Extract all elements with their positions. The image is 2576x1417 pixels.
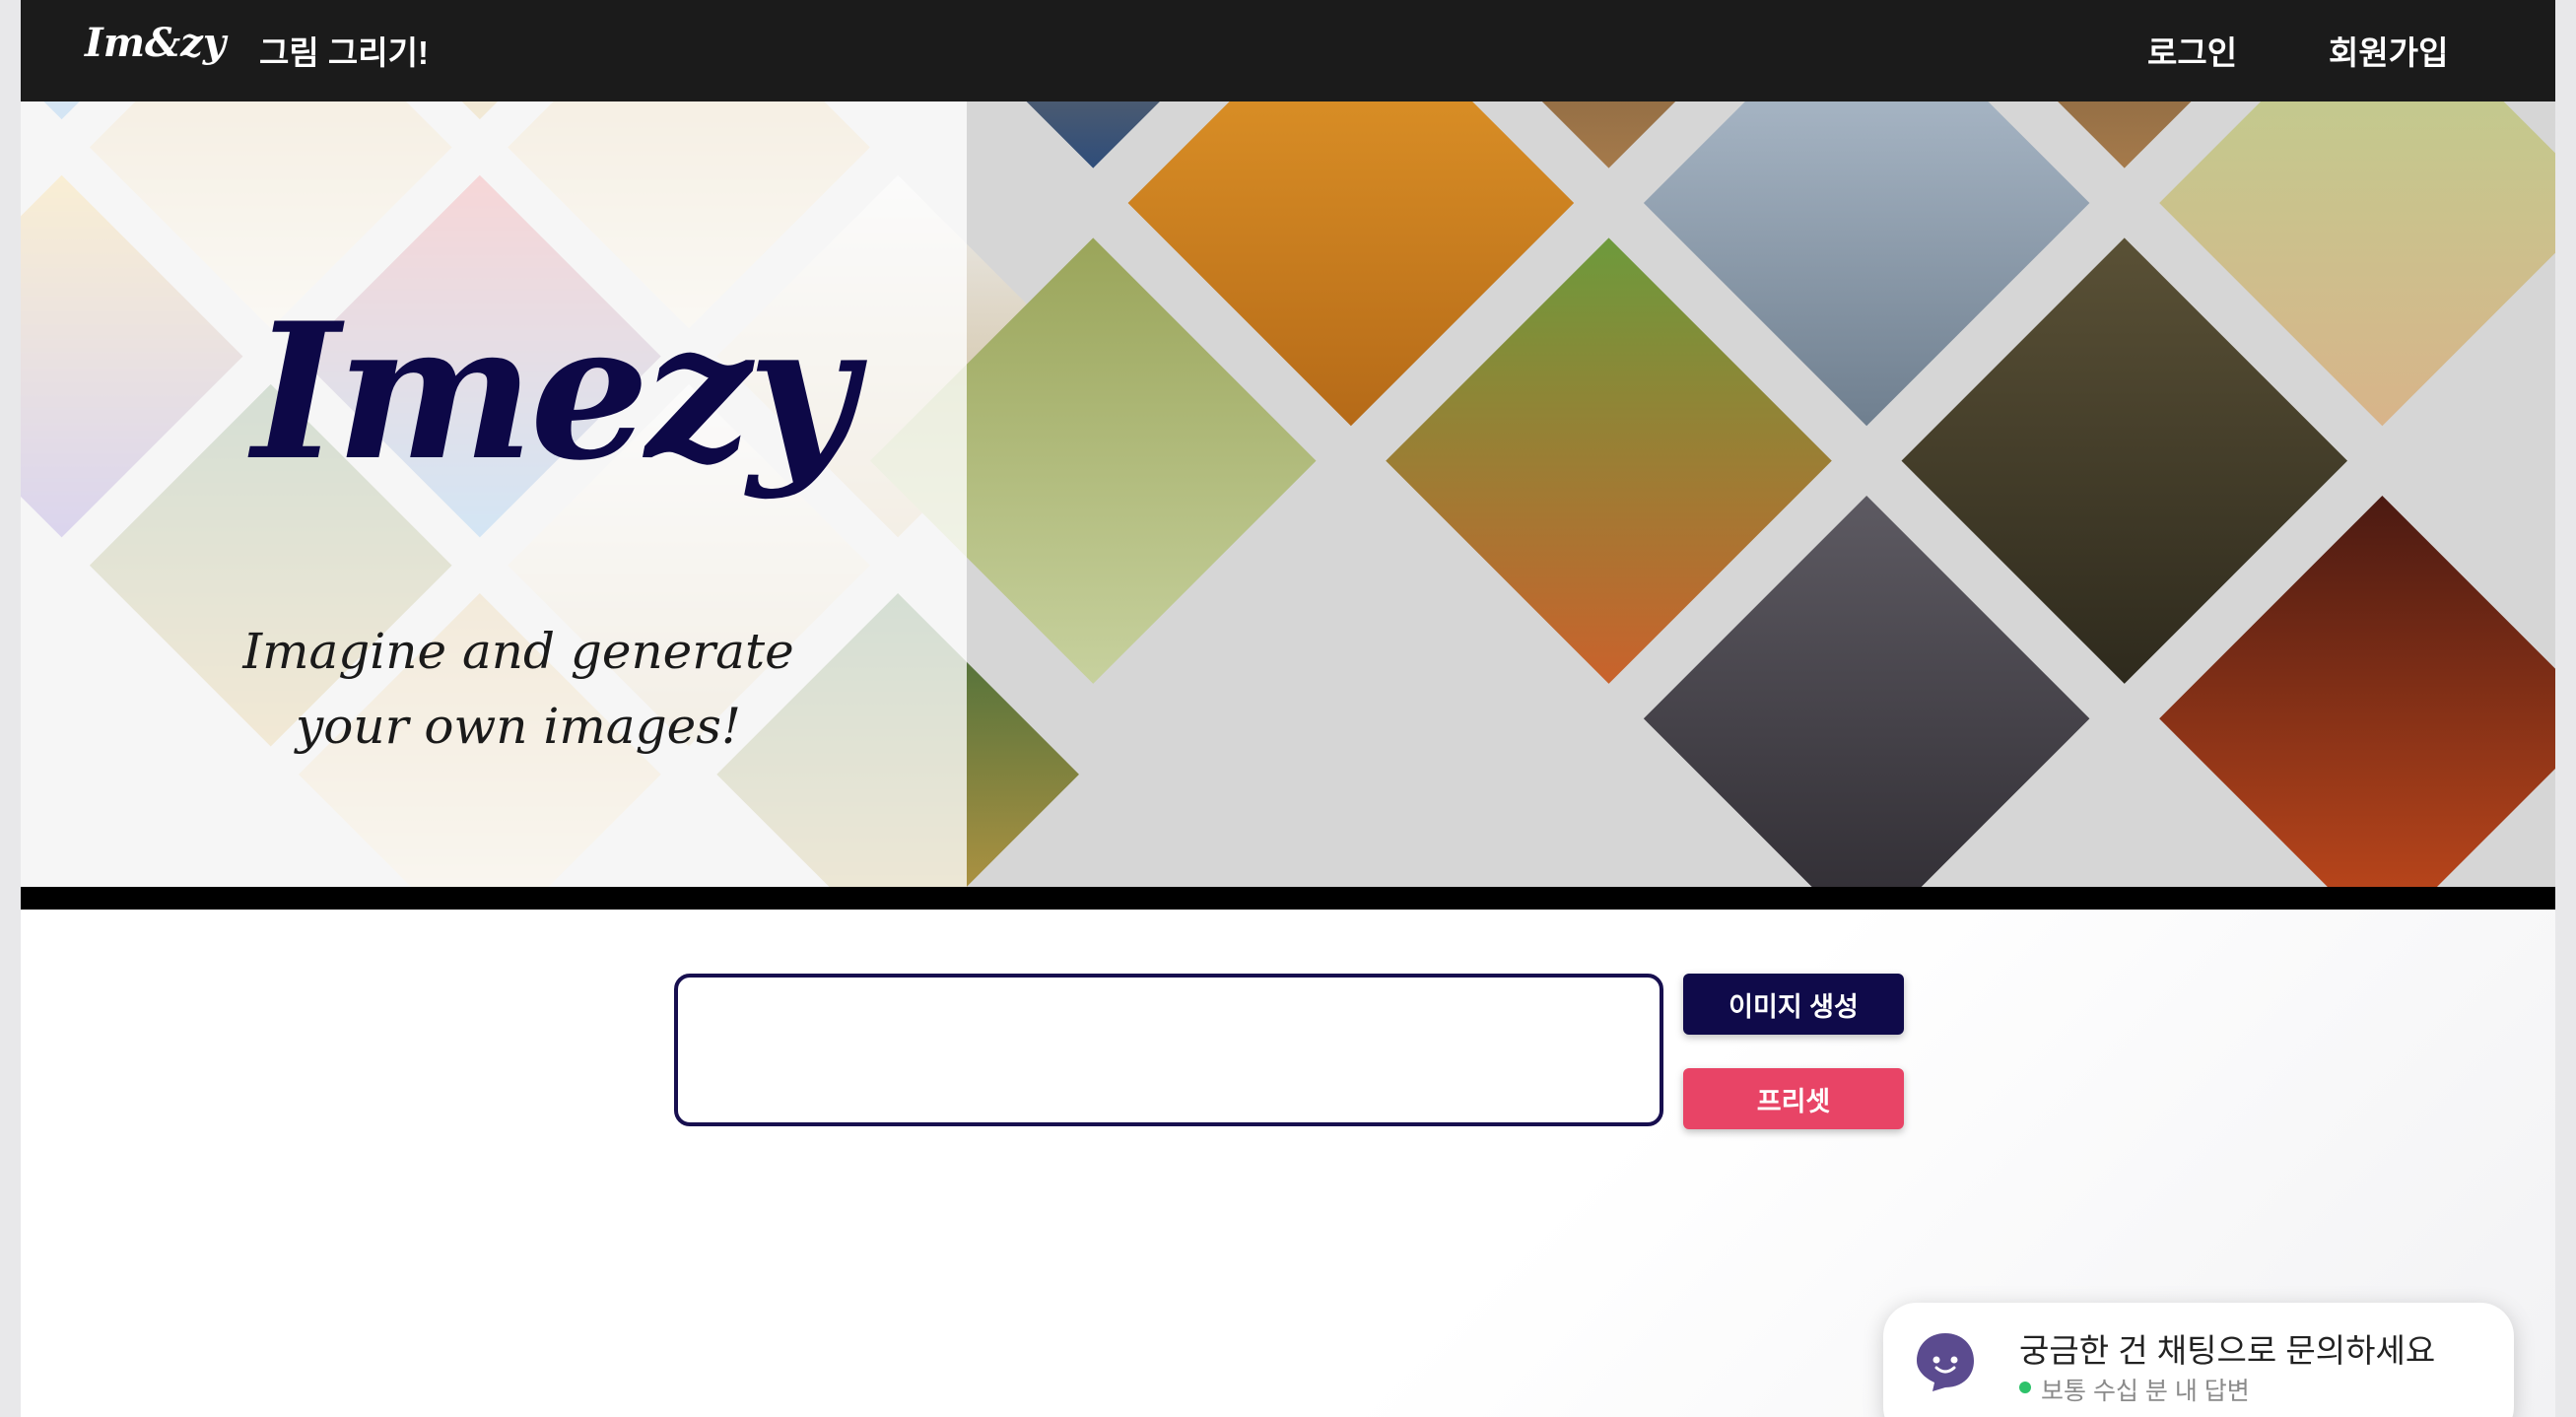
chat-subtitle: 보통 수십 분 내 답변 bbox=[2041, 1378, 2250, 1405]
hero-logo: Imezy bbox=[252, 284, 856, 501]
chat-support-widget[interactable]: 궁금한 건 채팅으로 문의하세요 보통 수십 분 내 답변 bbox=[1883, 1303, 2514, 1417]
hero-divider bbox=[21, 887, 2555, 910]
nav-signup-link[interactable]: 회원가입 bbox=[2329, 27, 2448, 74]
nav-login-link[interactable]: 로그인 bbox=[2147, 27, 2237, 74]
hero-tagline-line1: Imagine and generate bbox=[242, 623, 794, 680]
brand-logo-link[interactable]: Im&zy bbox=[85, 20, 226, 66]
top-navbar: Im&zy 그림 그리기! 로그인 회원가입 bbox=[21, 0, 2555, 101]
page-frame: Im&zy 그림 그리기! 로그인 회원가입 Imezy Imagine and… bbox=[21, 0, 2555, 1417]
chat-title: 궁금한 건 채팅으로 문의하세요 bbox=[2019, 1332, 2436, 1369]
hero-tagline: Imagine and generate your own images! bbox=[228, 614, 809, 764]
chat-bubble-icon bbox=[1917, 1333, 1974, 1391]
hero-tagline-line2: your own images! bbox=[296, 698, 741, 755]
preset-button[interactable]: 프리셋 bbox=[1683, 1068, 1904, 1129]
nav-draw-link[interactable]: 그림 그리기! bbox=[259, 27, 429, 74]
hero-banner: Imezy Imagine and generate your own imag… bbox=[21, 101, 2555, 887]
generate-image-button[interactable]: 이미지 생성 bbox=[1683, 974, 1904, 1035]
prompt-input[interactable] bbox=[674, 974, 1663, 1126]
online-status-dot bbox=[2019, 1382, 2031, 1393]
hero-logo-text: Imezy bbox=[252, 282, 856, 502]
